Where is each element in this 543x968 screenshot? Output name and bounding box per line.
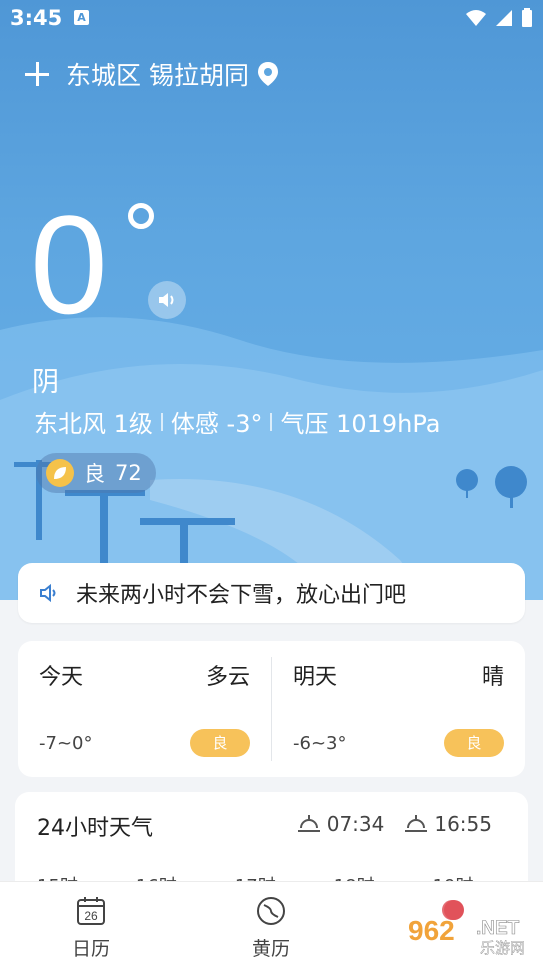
watermark-suffix: .NET — [476, 918, 520, 939]
forecast-weather: 多云 — [205, 665, 250, 690]
forecast-today[interactable]: 今天 多云 -7~0° 良 — [18, 641, 271, 777]
sun-times: 07:34 16:55 — [297, 812, 492, 836]
location-name[interactable]: 东城区 锡拉胡同 — [66, 56, 249, 92]
voice-broadcast-button[interactable] — [148, 281, 186, 319]
location-header: 东城区 锡拉胡同 — [20, 56, 279, 92]
status-bar: 3:45 A — [0, 0, 543, 36]
sunrise-time: 07:34 — [326, 812, 385, 836]
nav-label: 黄历 — [251, 938, 290, 960]
degree-symbol — [128, 203, 154, 229]
calendar-date-number: 26 — [84, 909, 98, 923]
signal-icon — [496, 10, 512, 26]
location-pin-icon — [257, 62, 278, 86]
wifi-icon — [466, 10, 486, 26]
nav-label: 日历 — [71, 938, 110, 960]
current-temperature: 0 — [30, 186, 108, 343]
watermark-number: 962 — [408, 915, 455, 946]
nav-calendar[interactable]: 26 日历 — [51, 896, 131, 961]
almanac-icon — [257, 897, 285, 925]
battery-icon — [522, 8, 532, 27]
forecast-range: -6~3° — [293, 733, 347, 754]
divider — [270, 412, 273, 431]
leaf-icon — [46, 459, 74, 487]
forecast-weather: 晴 — [481, 665, 504, 690]
hourly-title: 24小时天气 — [37, 816, 153, 841]
precipitation-alert-card[interactable]: 未来两小时不会下雪，放心出门吧 — [18, 563, 525, 623]
aqi-label: 良 — [84, 462, 105, 486]
wind-info: 东北风 1级 — [34, 410, 153, 438]
alert-text: 未来两小时不会下雪，放心出门吧 — [76, 583, 407, 608]
aqi-badge[interactable]: 良 72 — [36, 453, 156, 493]
forecast-aqi-badge: 良 — [190, 729, 250, 757]
site-watermark: 962 .NET 乐游网 — [408, 900, 525, 957]
notification-icon: A — [74, 10, 89, 25]
status-time: 3:45 — [10, 6, 63, 30]
calendar-icon: 26 — [77, 897, 105, 925]
forecast-day: 今天 — [39, 665, 84, 690]
watermark-site: 乐游网 — [480, 939, 525, 957]
sunset-time: 16:55 — [434, 812, 492, 836]
aqi-value: 72 — [115, 461, 142, 485]
nav-almanac[interactable]: 黄历 — [231, 896, 311, 961]
weather-condition: 阴 — [32, 367, 59, 398]
forecast-aqi-badge: 良 — [444, 729, 504, 757]
weather-details: 东北风 1级 体感 -3° 气压 1019hPa — [34, 404, 441, 439]
pressure: 气压 1019hPa — [280, 410, 441, 438]
feels-like: 体感 -3° — [170, 410, 263, 438]
add-city-button[interactable] — [20, 57, 54, 91]
daily-forecast-card: 今天 多云 -7~0° 良 明天 晴 -6~3° 良 — [18, 641, 525, 777]
divider — [160, 412, 163, 431]
weather-hero: 3:45 A 东城区 锡拉胡同 0 阴 东北风 1级 体感 -3° 气压 101… — [0, 0, 543, 600]
speaker-outline-icon — [40, 583, 56, 603]
forecast-tomorrow[interactable]: 明天 晴 -6~3° 良 — [272, 641, 525, 777]
sunrise-icon — [297, 815, 320, 832]
forecast-range: -7~0° — [39, 733, 93, 754]
forecast-day: 明天 — [293, 665, 338, 690]
sunset-icon — [405, 815, 428, 832]
speaker-icon — [159, 293, 174, 307]
